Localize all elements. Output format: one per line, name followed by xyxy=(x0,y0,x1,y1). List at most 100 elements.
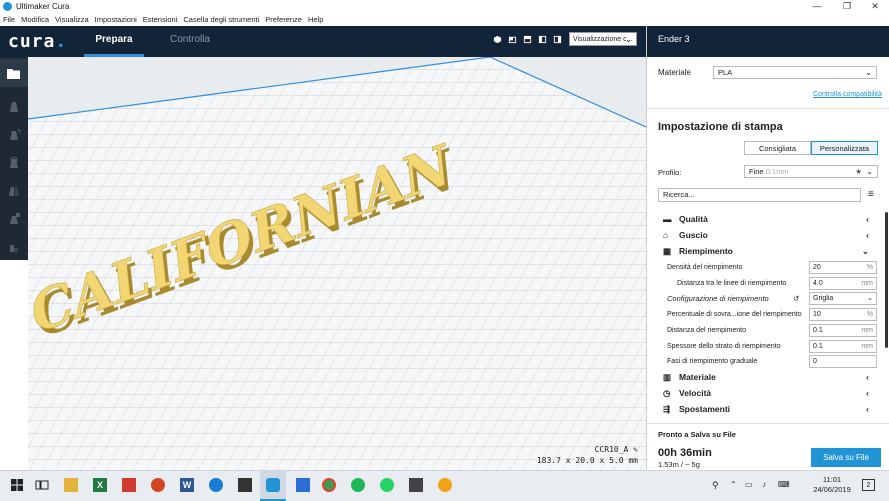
dropbox-icon[interactable] xyxy=(296,478,310,492)
chevron-left-icon: ‹ xyxy=(866,230,869,240)
chevron-down-icon: ⌄ xyxy=(866,167,873,176)
menu-file[interactable]: File xyxy=(0,15,18,24)
stage-header: cura. Prepara Controlla Visualizzazione … xyxy=(0,26,646,57)
infill-layer-thickness-input[interactable]: 0.1 mm xyxy=(809,340,877,353)
close-button[interactable]: ✕ xyxy=(861,0,889,13)
print-footer: Pronto a Salva su File 00h 36min 1.53m /… xyxy=(647,423,889,471)
view-top-icon[interactable] xyxy=(523,35,532,44)
save-to-file-button[interactable]: Salva su File xyxy=(811,448,881,467)
whatsapp-icon[interactable] xyxy=(380,478,394,492)
menu-toolbox[interactable]: Casella degli strumenti xyxy=(180,15,262,24)
cura-app-icon xyxy=(3,2,12,11)
spotify-icon[interactable] xyxy=(351,478,365,492)
view-right-icon[interactable] xyxy=(553,35,562,44)
mirror-tool[interactable] xyxy=(0,177,28,205)
volume-icon[interactable]: ♪ xyxy=(762,480,766,489)
infill-pattern-select[interactable]: Griglia ⌄ xyxy=(809,292,877,305)
category-travel[interactable]: ⇶ Spostamenti ‹ xyxy=(663,402,873,417)
category-shell[interactable]: ⌂ Guscio ‹ xyxy=(663,228,873,243)
view-left-icon[interactable] xyxy=(538,35,547,44)
menu-preferences[interactable]: Preferenze xyxy=(262,15,305,24)
object-info: CCR10_A ✎ 183.7 x 20.0 x 5.0 mm xyxy=(537,444,638,466)
clock[interactable]: 11:01 24/06/2019 xyxy=(812,475,852,495)
chevron-left-icon: ‹ xyxy=(866,404,869,414)
language-icon[interactable]: ⌨ xyxy=(778,480,790,489)
edge-icon[interactable] xyxy=(209,478,223,492)
infill-line-distance-input[interactable]: 4.0 mm xyxy=(809,277,877,290)
settings-menu-icon[interactable]: ≡ xyxy=(868,188,874,202)
check-compatibility-link[interactable]: Controlla compatibilità xyxy=(813,91,882,98)
tray-arrow-icon[interactable]: ⌃ xyxy=(730,480,737,489)
menu-settings[interactable]: Impostazioni xyxy=(92,15,140,24)
app-icon[interactable] xyxy=(409,478,423,492)
settings-scrollbar[interactable] xyxy=(885,212,888,348)
windows-taskbar: X W ⚲ ⌃ ▭ ♪ ⌨ 11:01 24/06/2019 2 xyxy=(0,470,889,501)
overwatch-icon[interactable] xyxy=(438,478,452,492)
menu-extensions[interactable]: Estensioni xyxy=(140,15,181,24)
object-dimensions: 183.7 x 20.0 x 5.0 mm xyxy=(536,456,638,465)
star-icon[interactable]: ★ xyxy=(855,166,862,178)
rotate-tool[interactable] xyxy=(0,149,28,177)
move-tool[interactable] xyxy=(0,93,28,121)
edit-pencil-icon[interactable]: ✎ xyxy=(633,445,638,454)
view-3d-icon[interactable] xyxy=(493,35,502,44)
menu-view[interactable]: Visualizza xyxy=(52,15,92,24)
chevron-down-icon: ⌄ xyxy=(861,246,869,256)
category-speed[interactable]: ◷ Velocità ‹ xyxy=(663,386,873,401)
print-setup-title: Impostazione di stampa xyxy=(658,121,783,133)
title-bar: Ultimaker Cura — ❐ ✕ xyxy=(0,0,889,13)
mail-icon[interactable] xyxy=(238,478,252,492)
chevron-left-icon: ‹ xyxy=(866,372,869,382)
printer-selector[interactable]: Ender 3 xyxy=(647,26,889,57)
material-select[interactable]: PLA ⌄ xyxy=(713,66,877,79)
view-front-icon[interactable] xyxy=(508,35,517,44)
model-californian[interactable]: CALIFORNIAN CALIFORNIAN xyxy=(28,57,646,470)
infill-density-input[interactable]: 20% xyxy=(809,261,877,274)
open-file-button[interactable] xyxy=(0,59,28,87)
setting-infill-wipe-distance: Distanza del riempimento 0.1 mm xyxy=(667,323,877,338)
view-type-select[interactable]: Visualizzazione c... ⌄ xyxy=(569,32,637,46)
powerpoint-icon[interactable] xyxy=(151,478,165,492)
chevron-down-icon: ⌄ xyxy=(625,35,632,44)
infill-wipe-distance-input[interactable]: 0.1 mm xyxy=(809,324,877,337)
setting-gradual-infill-steps: Fasi di riempimento graduale 0 xyxy=(667,354,877,369)
category-quality[interactable]: ▬ Qualità ‹ xyxy=(663,212,873,227)
material-icon: ▥ xyxy=(663,372,672,382)
recommended-mode-button[interactable]: Consigliata xyxy=(744,141,811,155)
settings-search-input[interactable]: Ricerca... xyxy=(658,188,861,202)
task-view-icon[interactable] xyxy=(35,478,49,492)
support-blocker-tool[interactable] xyxy=(0,233,28,261)
infill-overlap-input[interactable]: 10% xyxy=(809,308,877,321)
category-material[interactable]: ▥ Materiale ‹ xyxy=(663,370,873,385)
menu-edit[interactable]: Modifica xyxy=(18,15,52,24)
build-plate-viewport[interactable]: CALIFORNIAN CALIFORNIAN CCR10_A ✎ 183.7 … xyxy=(28,57,646,470)
tool-column xyxy=(0,57,28,260)
scale-tool[interactable] xyxy=(0,121,28,149)
custom-mode-button[interactable]: Personalizzata xyxy=(811,141,878,155)
category-infill[interactable]: ▦ Riempimento ⌄ xyxy=(663,244,873,259)
maximize-button[interactable]: ❐ xyxy=(833,0,861,13)
network-icon[interactable]: ▭ xyxy=(745,480,753,489)
windows-start-icon[interactable] xyxy=(10,478,24,492)
gradual-infill-steps-input[interactable]: 0 xyxy=(809,355,877,368)
clock-time: 11:01 xyxy=(822,475,842,484)
menu-help[interactable]: Help xyxy=(305,15,326,24)
file-explorer-icon[interactable] xyxy=(64,478,78,492)
reset-icon[interactable]: ↺ xyxy=(793,291,799,306)
tab-monitor[interactable]: Controlla xyxy=(160,26,220,57)
cura-taskbar-button[interactable] xyxy=(260,471,286,501)
word-icon[interactable]: W xyxy=(180,478,194,492)
mirror-icon xyxy=(9,187,19,196)
per-model-settings-tool[interactable] xyxy=(0,205,28,233)
svg-text:CALIFORNIAN: CALIFORNIAN xyxy=(29,131,453,348)
tab-prepare[interactable]: Prepara xyxy=(84,26,144,57)
window-title: Ultimaker Cura xyxy=(16,2,70,11)
gift-app-icon[interactable] xyxy=(122,478,136,492)
profile-select[interactable]: Fine 0.1mm ★ ⌄ xyxy=(744,165,878,178)
excel-icon[interactable]: X xyxy=(93,478,107,492)
notification-center-icon[interactable]: 2 xyxy=(862,479,875,491)
people-icon[interactable]: ⚲ xyxy=(712,480,719,491)
setting-infill-pattern: Configurazione di riempimento ↺ Griglia ⌄ xyxy=(667,291,877,306)
chrome-icon[interactable] xyxy=(322,478,336,492)
minimize-button[interactable]: — xyxy=(803,0,831,13)
